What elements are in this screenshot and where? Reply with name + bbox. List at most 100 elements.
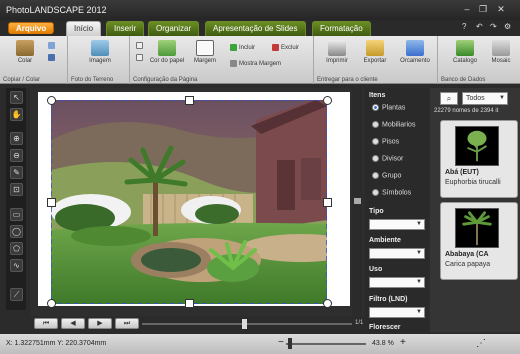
next-page-icon[interactable]: ▶: [88, 318, 112, 329]
radio-plants[interactable]: Plantas: [372, 104, 405, 111]
resize-handle-tl[interactable]: [47, 96, 56, 105]
plant-card[interactable]: Ababaya (CA Carica papaya: [440, 202, 518, 280]
first-page-icon[interactable]: ⏮: [34, 318, 58, 329]
mosaic-icon: [492, 40, 510, 56]
resize-handle-bl[interactable]: [47, 299, 56, 308]
tab-file[interactable]: Arquivo: [8, 22, 55, 34]
eyedropper-icon[interactable]: ✎: [10, 166, 23, 179]
resize-handle-t[interactable]: [185, 96, 194, 105]
radio-dot: [372, 189, 379, 196]
measure-tool-icon[interactable]: ⟋: [10, 288, 23, 301]
tab-home[interactable]: Início: [66, 21, 102, 36]
close-icon[interactable]: ✕: [496, 4, 506, 14]
radio-divider[interactable]: Divisor: [372, 155, 403, 162]
search-icon[interactable]: ⌕: [440, 92, 458, 105]
garden-photo[interactable]: [51, 100, 327, 304]
include-button[interactable]: Incluir: [230, 44, 255, 51]
radio-dot: [372, 172, 379, 179]
page2-icon[interactable]: [136, 54, 145, 61]
tab-format[interactable]: Formatação: [312, 21, 371, 36]
radio-furniture[interactable]: Mobiliarios: [372, 121, 415, 128]
copy-icon[interactable]: [48, 42, 57, 49]
image-button[interactable]: Imagem: [86, 40, 114, 64]
zoom-in-icon[interactable]: ⊕: [10, 132, 23, 145]
horizontal-scroll-thumb[interactable]: [242, 319, 247, 329]
help-icon[interactable]: ?: [462, 22, 466, 31]
radio-floors[interactable]: Pisos: [372, 138, 399, 145]
forward-icon[interactable]: ↷: [490, 22, 497, 31]
exclude-label: Excluir: [281, 45, 300, 52]
pointer-tool-icon[interactable]: ↖: [10, 91, 23, 104]
group-deliver: Imprimir Exportar Orcamento Entregar par…: [314, 36, 438, 84]
horizontal-scrollbar[interactable]: [142, 323, 352, 325]
canvas-vertical-scrollbar[interactable]: [352, 88, 362, 316]
catalog-button[interactable]: Catalogo: [450, 40, 480, 64]
back-icon[interactable]: ↶: [476, 22, 483, 31]
plant-card-scientific: Carica papaya: [445, 261, 491, 268]
export-label: Exportar: [363, 58, 387, 64]
environment-select[interactable]: ▼: [369, 248, 425, 259]
category-select-value: Todos: [466, 95, 485, 102]
last-page-icon[interactable]: ⏭: [115, 318, 139, 329]
settings-icon[interactable]: ⚙: [504, 22, 511, 31]
paste-icon: [16, 40, 34, 56]
use-select[interactable]: ▼: [369, 277, 425, 288]
resize-handle-br[interactable]: [323, 299, 332, 308]
mosaic-button[interactable]: Mosaic: [486, 40, 516, 64]
resize-handle-l[interactable]: [47, 198, 56, 207]
zoom-fit-icon[interactable]: ⊡: [10, 183, 23, 196]
ribbon: Colar Copiar / Colar Imagem Foto do Terr…: [0, 36, 520, 84]
print-button[interactable]: Imprimir: [322, 40, 352, 64]
zoom-in-button[interactable]: +: [400, 337, 406, 348]
type-heading: Tipo: [369, 208, 384, 215]
page[interactable]: [38, 92, 350, 308]
paste-button[interactable]: Colar: [12, 40, 38, 64]
group-terrain-label: Foto do Terreno: [71, 77, 114, 83]
resize-handle-tr[interactable]: [323, 96, 332, 105]
resize-handle-r[interactable]: [323, 198, 332, 207]
show-margin-button[interactable]: Mostra Margem: [230, 60, 281, 67]
category-select[interactable]: Todos ▼: [462, 92, 508, 105]
rectangle-tool-icon[interactable]: ▭: [10, 208, 23, 221]
hand-tool-icon[interactable]: ✋: [10, 108, 23, 121]
tab-organize[interactable]: Organizar: [148, 21, 200, 36]
print-label: Imprimir: [326, 58, 348, 64]
prev-page-icon[interactable]: ◀: [61, 318, 85, 329]
minimize-icon[interactable]: –: [462, 4, 472, 14]
cut-icon[interactable]: [48, 54, 57, 61]
lnd-filter-select[interactable]: ▼: [369, 307, 425, 318]
catalog-icon: [456, 40, 474, 56]
catalog-panel: ⌕ Todos ▼ 22279 nomes de 2394 it Abá (EU…: [430, 88, 520, 332]
plant-card[interactable]: Abá (EUT) Euphorbia tirucalli: [440, 120, 518, 198]
tab-slideshow[interactable]: Apresentação de Slides: [205, 21, 306, 36]
polygon-tool-icon[interactable]: ⬠: [10, 242, 23, 255]
tab-insert[interactable]: Inserir: [106, 21, 145, 36]
radio-group[interactable]: Grupo: [372, 172, 401, 179]
resize-handle-b[interactable]: [185, 299, 194, 308]
scroll-thumb[interactable]: [354, 198, 361, 204]
paper-color-button[interactable]: Cor do papel: [148, 40, 186, 64]
plant-card-name: Abá (EUT): [445, 169, 479, 176]
restore-icon[interactable]: ❐: [478, 4, 488, 14]
radio-symbols[interactable]: Símbolos: [372, 189, 411, 196]
radio-dot: [372, 138, 379, 145]
zoom-slider[interactable]: [286, 343, 366, 345]
zoom-out-icon[interactable]: ⊖: [10, 149, 23, 162]
exclude-button[interactable]: Excluir: [272, 44, 299, 51]
resize-grip-icon[interactable]: ⋰: [476, 338, 486, 349]
image-label: Imagem: [89, 58, 111, 64]
zoom-out-button[interactable]: −: [278, 337, 284, 348]
paper-color-icon: [158, 40, 176, 56]
zoom-slider-thumb[interactable]: [288, 338, 292, 349]
plant-thumbnail: [455, 208, 499, 248]
curve-tool-icon[interactable]: ∿: [10, 259, 23, 272]
canvas-area[interactable]: [30, 88, 364, 316]
page-icon[interactable]: [136, 42, 145, 49]
ellipse-tool-icon[interactable]: ◯: [10, 225, 23, 238]
app-title: PhotoLANDSCAPE 2012: [6, 5, 107, 15]
type-select[interactable]: ▼: [369, 219, 425, 230]
show-margin-label: Mostra Margem: [239, 61, 282, 68]
export-button[interactable]: Exportar: [360, 40, 390, 64]
margin-button[interactable]: Margem: [190, 40, 220, 64]
quote-button[interactable]: Orcamento: [398, 40, 432, 64]
